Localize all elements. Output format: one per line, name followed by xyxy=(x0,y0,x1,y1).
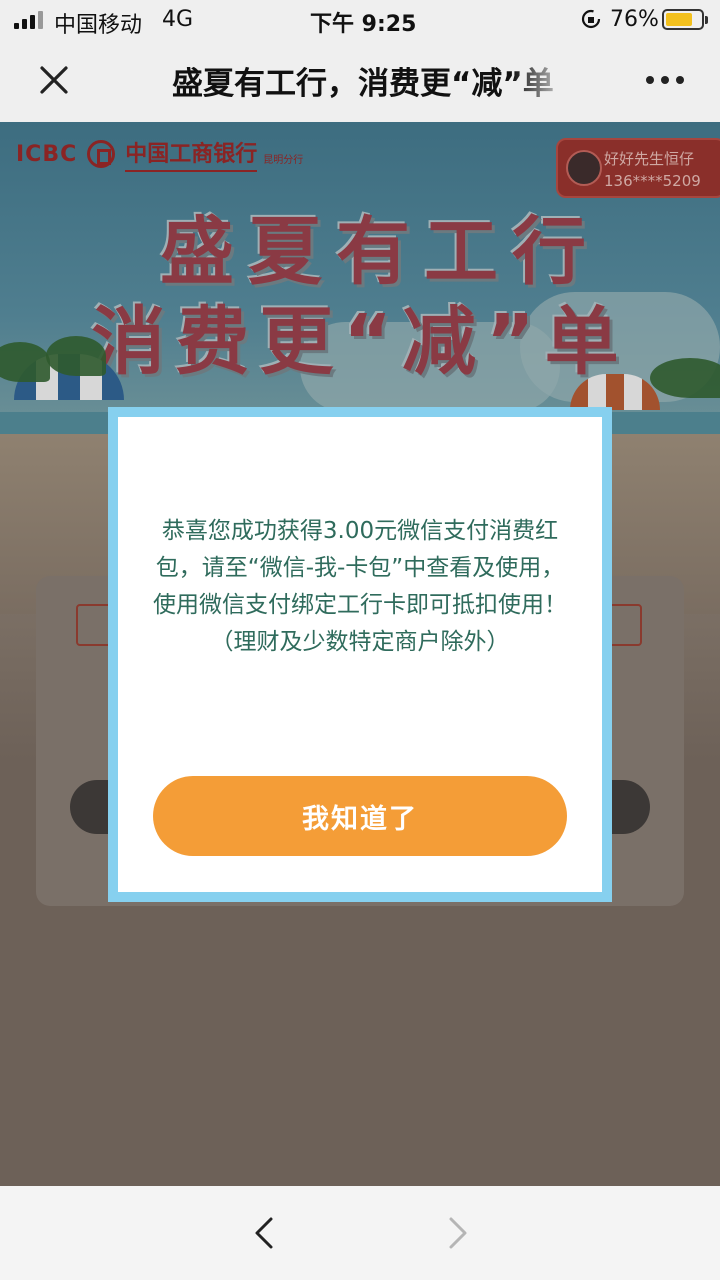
close-icon[interactable] xyxy=(36,62,72,98)
chevron-left-icon[interactable] xyxy=(245,1213,285,1253)
clock: 下午 9:25 xyxy=(310,12,417,37)
chevron-right-icon[interactable] xyxy=(437,1213,477,1253)
icbc-emblem-icon xyxy=(87,140,116,168)
got-it-button[interactable]: 我知道了 xyxy=(153,776,567,856)
palm-tree-icon xyxy=(650,358,720,398)
nav-bar: 盛夏有工行，消费更“减”单 xyxy=(0,40,720,122)
reward-dialog-body: 恭喜您成功获得3.00元微信支付消费红包，请至“微信-我-卡包”中查看及使用，使… xyxy=(118,417,602,892)
branch-name: 昆明分行 xyxy=(263,154,304,166)
user-phone: 136****5209 xyxy=(604,172,701,190)
palm-tree-icon xyxy=(46,336,106,376)
palm-tree-icon xyxy=(0,342,50,382)
battery-percent: 76% xyxy=(610,7,659,32)
user-name: 好好先生恒仔 xyxy=(604,150,695,168)
reward-message: 恭喜您成功获得3.00元微信支付消费红包，请至“微信-我-卡包”中查看及使用，使… xyxy=(148,513,572,661)
rotation-lock-icon xyxy=(581,9,601,29)
reward-dialog: 恭喜您成功获得3.00元微信支付消费红包，请至“微信-我-卡包”中查看及使用，使… xyxy=(108,407,612,902)
battery-icon xyxy=(662,9,708,30)
bank-name: 中国工商银行 xyxy=(125,136,258,172)
browser-toolbar xyxy=(0,1186,720,1280)
bank-abbr: ICBC xyxy=(16,141,78,167)
network-type: 4G xyxy=(162,7,194,32)
carrier-name: 中国移动 xyxy=(54,13,143,38)
more-dots-icon[interactable] xyxy=(646,76,684,84)
page-title: 盛夏有工行，消费更“减”单 xyxy=(172,66,554,102)
avatar xyxy=(566,150,602,186)
status-bar: 中国移动 4G 下午 9:25 76% xyxy=(0,0,720,40)
reward-message-text: 恭喜您成功获得3.00元微信支付消费红包，请至“微信-我-卡包”中查看及使用，使… xyxy=(153,518,567,618)
bank-logo: ICBC 中国工商银行 昆明分行 xyxy=(16,136,303,172)
signal-icon xyxy=(14,11,43,29)
reward-message-note: （理财及少数特定商户除外） xyxy=(210,629,510,655)
battery-fill xyxy=(666,13,692,26)
user-chip[interactable]: 好好先生恒仔 136****5209 xyxy=(556,138,720,198)
